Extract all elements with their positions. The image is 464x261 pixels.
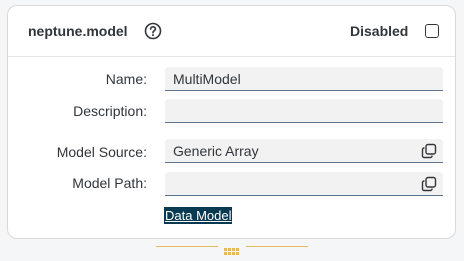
model-path-input[interactable]: [165, 172, 443, 196]
disabled-checkbox[interactable]: [425, 24, 439, 38]
model-path-label: Model Path:: [72, 175, 147, 191]
name-label: Name:: [105, 71, 147, 87]
description-label: Description:: [73, 103, 147, 119]
name-input[interactable]: MultiModel: [165, 67, 443, 91]
question-circle-icon[interactable]: [144, 22, 162, 40]
model-source-input-value: Generic Array: [173, 143, 259, 159]
name-input-value: MultiModel: [173, 71, 241, 87]
value-help-icon[interactable]: [421, 143, 437, 159]
splitter-line-left: [156, 246, 218, 247]
splitter-line-right: [246, 246, 308, 247]
grip-dots-icon[interactable]: [224, 243, 240, 255]
disabled-label: Disabled: [350, 23, 409, 39]
panel-title: neptune.model: [28, 23, 128, 39]
model-source-label: Model Source:: [56, 144, 147, 160]
value-help-icon[interactable]: [421, 176, 437, 192]
description-input[interactable]: [165, 99, 443, 123]
panel-header: neptune.model Disabled: [8, 6, 455, 57]
model-source-input[interactable]: Generic Array: [165, 139, 443, 163]
properties-panel: neptune.model Disabled Name: MultiModel …: [7, 5, 456, 239]
data-model-link[interactable]: Data Model: [164, 207, 233, 224]
